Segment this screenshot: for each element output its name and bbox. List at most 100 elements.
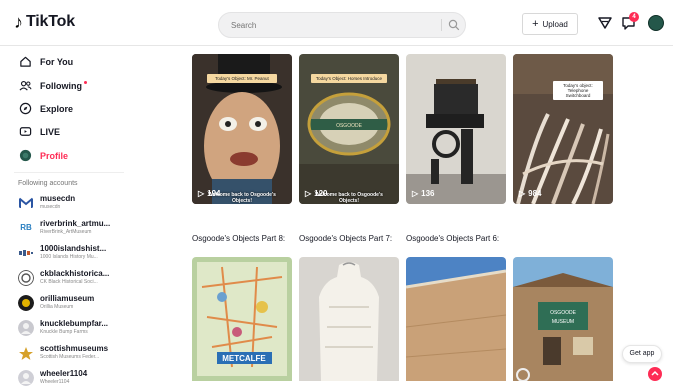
play-icon: ▷ bbox=[198, 189, 205, 198]
account-name: scottishmuseums bbox=[40, 344, 109, 353]
video-card[interactable]: ▷ 136 bbox=[406, 54, 506, 204]
riverbrink-avatar: RB bbox=[18, 220, 34, 236]
arrow-up-icon bbox=[651, 370, 659, 376]
video-thumbnail bbox=[406, 257, 506, 381]
wheeler-avatar bbox=[18, 370, 34, 386]
video-card[interactable]: OSGOODE Today's Object: Horses Introduce… bbox=[299, 54, 399, 204]
view-count-value: 120 bbox=[314, 189, 328, 198]
user-avatar[interactable] bbox=[648, 15, 664, 31]
video-title[interactable]: Osgoode's Objects Part 6: bbox=[406, 234, 499, 243]
search-icon[interactable] bbox=[448, 19, 460, 31]
svg-text:METCALFE: METCALFE bbox=[222, 354, 266, 363]
view-count-value: 136 bbox=[421, 189, 435, 198]
compass-icon bbox=[19, 102, 32, 115]
view-count-value: 194 bbox=[207, 189, 221, 198]
tiktok-logo[interactable]: ♪ TikTok bbox=[14, 12, 75, 32]
users-icon bbox=[19, 80, 32, 91]
video-tag: Today's Object: Horses Introduce bbox=[311, 74, 387, 83]
account-name: orilliamuseum bbox=[40, 294, 95, 303]
sidebar: For You Following Explore LIVE Profile F… bbox=[0, 46, 134, 386]
logo-text: TikTok bbox=[26, 13, 75, 30]
live-icon bbox=[19, 127, 32, 136]
tiktok-note-icon: ♪ bbox=[14, 12, 23, 32]
play-icon: ▷ bbox=[305, 189, 312, 198]
nav-profile[interactable]: Profile bbox=[19, 149, 68, 162]
account-item[interactable]: knucklebumpfar... Knuckle Bump Farms bbox=[18, 317, 134, 339]
video-card[interactable]: Today's Object: Mr. Peanut Welcome back … bbox=[192, 54, 292, 204]
account-subtitle: CK Black Historical Soci... bbox=[40, 279, 98, 285]
home-icon bbox=[20, 56, 31, 67]
account-subtitle: Scottish Museums Feder... bbox=[40, 354, 100, 360]
video-tag: Today's Object: Mr. Peanut bbox=[207, 74, 277, 83]
account-item[interactable]: wheeler1104 Wheeler1104 bbox=[18, 367, 134, 389]
nav-explore-label: Explore bbox=[40, 103, 74, 114]
nav-following[interactable]: Following bbox=[19, 79, 87, 92]
upload-label: Upload bbox=[542, 19, 568, 29]
plus-icon: + bbox=[532, 18, 539, 30]
nav-live-label: LIVE bbox=[40, 126, 61, 137]
following-accounts-title: Following accounts bbox=[18, 180, 78, 187]
upload-button[interactable]: + Upload bbox=[522, 13, 578, 35]
view-count: ▷ 194 bbox=[198, 189, 221, 198]
new-content-dot bbox=[84, 81, 87, 84]
view-count: ▷ 136 bbox=[412, 189, 435, 198]
account-subtitle: RiverBrink_ArtMuseum bbox=[40, 229, 92, 235]
view-count: ▷ 984 bbox=[519, 189, 542, 198]
account-item[interactable]: scottishmuseums Scottish Museums Feder..… bbox=[18, 342, 134, 364]
svg-text:MUSEUM: MUSEUM bbox=[552, 319, 574, 325]
search-bar[interactable] bbox=[218, 12, 466, 38]
nav-following-label: Following bbox=[40, 80, 82, 91]
video-thumbnail bbox=[406, 54, 506, 204]
account-item[interactable]: RB riverbrink_artmu... RiverBrink_ArtMus… bbox=[18, 217, 134, 239]
search-divider bbox=[441, 19, 442, 31]
video-title[interactable]: Osgoode's Objects Part 8: bbox=[192, 234, 285, 243]
video-title[interactable]: Osgoode's Objects Part 7: bbox=[299, 234, 392, 243]
account-subtitle: Orillia Museum bbox=[40, 304, 74, 310]
profile-avatar-icon bbox=[19, 149, 32, 162]
video-thumbnail bbox=[513, 54, 613, 204]
play-icon: ▷ bbox=[412, 189, 419, 198]
nav-for-you-label: For You bbox=[40, 56, 74, 67]
nav-live[interactable]: LIVE bbox=[19, 125, 60, 138]
account-item[interactable]: ckblackhistorica... CK Black Historical … bbox=[18, 267, 134, 289]
account-item[interactable]: orilliamuseum Orillia Museum bbox=[18, 292, 134, 314]
video-thumbnail: METCALFE bbox=[192, 257, 292, 381]
scottish-museums-avatar bbox=[18, 345, 34, 361]
islands-history-avatar bbox=[18, 245, 34, 261]
get-app-button[interactable]: Get app bbox=[622, 345, 662, 363]
svg-text:OSGOODE: OSGOODE bbox=[336, 123, 363, 129]
account-name: musecdn bbox=[40, 194, 76, 203]
inbox-badge: 4 bbox=[629, 12, 639, 22]
account-name: wheeler1104 bbox=[40, 369, 88, 378]
account-name: 1000islandshist... bbox=[40, 244, 107, 253]
account-subtitle: 1000 Islands History Mu... bbox=[40, 254, 98, 260]
account-subtitle: musecdn bbox=[40, 204, 61, 210]
account-subtitle: Wheeler1104 bbox=[40, 379, 70, 385]
search-input[interactable] bbox=[219, 13, 434, 37]
play-icon: ▷ bbox=[519, 189, 526, 198]
video-thumbnail bbox=[299, 257, 399, 381]
knuckle-bump-avatar bbox=[18, 320, 34, 336]
ck-black-historical-avatar bbox=[18, 270, 34, 286]
scroll-to-top-button[interactable] bbox=[648, 367, 662, 381]
video-card[interactable]: METCALFE bbox=[192, 257, 292, 381]
account-name: riverbrink_artmu... bbox=[40, 219, 111, 228]
svg-text:OSGOODE: OSGOODE bbox=[550, 310, 577, 316]
sidebar-divider bbox=[14, 172, 124, 173]
video-card[interactable]: OSGOODE MUSEUM bbox=[513, 257, 613, 381]
nav-profile-label: Profile bbox=[40, 150, 69, 161]
filter-send-icon[interactable] bbox=[597, 15, 613, 31]
account-subtitle: Knuckle Bump Farms bbox=[40, 329, 88, 335]
video-card[interactable] bbox=[406, 257, 506, 381]
musecdn-avatar bbox=[18, 195, 34, 211]
account-item[interactable]: musecdn musecdn bbox=[18, 192, 134, 214]
video-tag: Today's object: Telephone Switchboard bbox=[553, 81, 603, 100]
video-card[interactable] bbox=[299, 257, 399, 381]
nav-explore[interactable]: Explore bbox=[19, 102, 73, 115]
video-card[interactable]: Today's object: Telephone Switchboard ▷ 9… bbox=[513, 54, 613, 204]
nav-for-you[interactable]: For You bbox=[19, 55, 73, 68]
account-name: ckblackhistorica... bbox=[40, 269, 110, 278]
account-item[interactable]: 1000islandshist... 1000 Islands History … bbox=[18, 242, 134, 264]
view-count: ▷ 120 bbox=[305, 189, 328, 198]
top-bar: ♪ TikTok + Upload 4 bbox=[0, 0, 673, 46]
